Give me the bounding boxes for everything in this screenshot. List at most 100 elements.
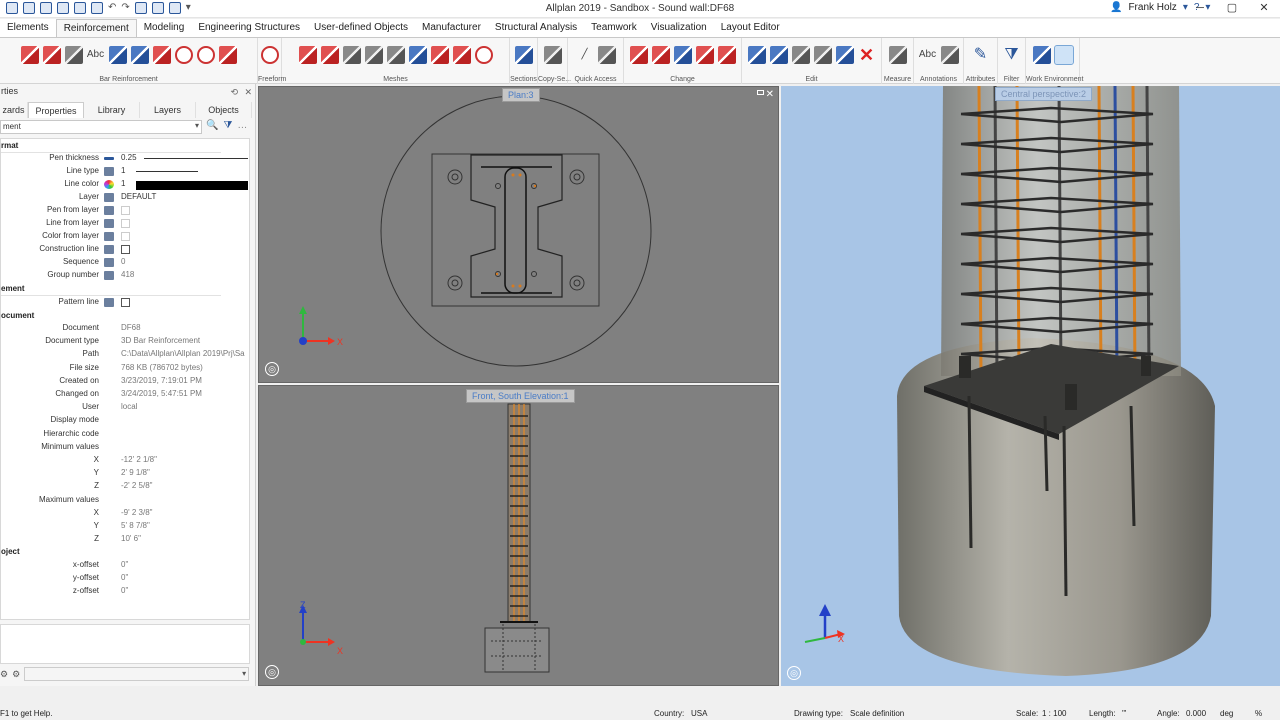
viewport-label[interactable]: Plan:3 xyxy=(502,88,540,102)
mesh-area-icon[interactable] xyxy=(320,46,339,64)
prop-row[interactable]: Group number 418 xyxy=(1,270,249,282)
viewport-front-elevation[interactable]: Z X Front, South Elevation:1 ◎ xyxy=(258,385,779,686)
bar-line-icon[interactable] xyxy=(64,46,83,64)
workspace-icon[interactable] xyxy=(1032,46,1051,64)
favorites-select[interactable]: ▾ xyxy=(24,667,250,681)
more-icon[interactable]: … xyxy=(237,120,247,131)
user-name[interactable]: Frank Holz xyxy=(1128,2,1176,13)
mesh-schedule-icon[interactable] xyxy=(364,46,383,64)
ribbon-tab[interactable]: User-defined Objects xyxy=(307,19,415,37)
viewport-plan[interactable]: X Plan:3 ✕ ◎ xyxy=(258,86,779,383)
zoom-selection-icon[interactable]: ⚙ xyxy=(0,669,8,680)
prop-row[interactable]: X -12' 2 1/8" xyxy=(1,455,249,467)
stretch-icon[interactable] xyxy=(717,46,736,64)
search-icon[interactable]: 🔍 xyxy=(206,120,218,131)
bar-shape-icon[interactable] xyxy=(20,46,39,64)
prop-row[interactable]: Document DF68 xyxy=(1,323,249,335)
mesh-modify-icon[interactable] xyxy=(430,46,449,64)
prop-row[interactable]: Changed on 3/24/2019, 5:47:51 PM xyxy=(1,389,249,401)
copy-icon[interactable] xyxy=(747,46,766,64)
filter-icon[interactable]: ⧩ xyxy=(1003,46,1021,64)
prop-row[interactable]: File size 768 KB (786702 bytes) xyxy=(1,363,249,375)
prop-row[interactable]: Z -2' 2 5/8" xyxy=(1,481,249,493)
mirror-icon[interactable] xyxy=(813,46,832,64)
copy-section-icon[interactable] xyxy=(543,46,562,64)
bar-modify-icon[interactable] xyxy=(152,46,171,64)
scale-value[interactable]: 1 : 100 xyxy=(1042,709,1066,718)
ribbon-tab[interactable]: Engineering Structures xyxy=(191,19,307,37)
prop-row[interactable]: Line from layer xyxy=(1,218,249,230)
prop-row[interactable]: Document type 3D Bar Reinforcement xyxy=(1,336,249,348)
prop-row[interactable]: Line color 1 xyxy=(1,179,249,191)
close-icon[interactable]: ✕ xyxy=(244,87,252,98)
checkbox[interactable] xyxy=(121,298,130,307)
move-icon[interactable] xyxy=(769,46,788,64)
prop-row[interactable]: Minimum values xyxy=(1,442,249,454)
prop-row[interactable]: z-offset 0" xyxy=(1,586,249,598)
split-icon[interactable] xyxy=(651,46,670,64)
bar-place-icon[interactable] xyxy=(42,46,61,64)
freeform-icon[interactable] xyxy=(260,46,279,64)
bar-list-icon[interactable] xyxy=(130,46,149,64)
measure-icon[interactable] xyxy=(888,46,907,64)
viewport-label[interactable]: Front, South Elevation:1 xyxy=(466,389,575,403)
ribbon-tab[interactable]: Structural Analysis xyxy=(488,19,584,37)
section-object[interactable]: oject xyxy=(1,547,20,556)
country-value[interactable]: USA xyxy=(691,709,707,718)
mesh-list-icon[interactable] xyxy=(386,46,405,64)
prop-row[interactable]: Pattern line xyxy=(1,297,249,309)
mesh-settings-icon[interactable] xyxy=(474,46,493,64)
viewport-label[interactable]: Central perspective:2 xyxy=(995,87,1093,101)
checkbox[interactable] xyxy=(121,232,130,241)
attributes-icon[interactable]: ✎ xyxy=(972,46,990,64)
prop-row[interactable]: User local xyxy=(1,402,249,414)
mesh-line-icon[interactable] xyxy=(342,46,361,64)
text-abc-icon[interactable]: Abc xyxy=(919,46,937,64)
ribbon-tab[interactable]: Modeling xyxy=(137,19,192,37)
prop-value[interactable]: 0.25 xyxy=(121,153,137,162)
bar-settings-icon[interactable] xyxy=(218,46,237,64)
line-icon[interactable]: ╱ xyxy=(576,46,594,64)
prop-value[interactable]: 0 xyxy=(121,257,125,266)
prop-row[interactable]: Color from layer xyxy=(1,231,249,243)
modify-icon[interactable] xyxy=(673,46,692,64)
prop-row[interactable]: Hierarchic code xyxy=(1,429,249,441)
prop-row[interactable]: Sequence 0 xyxy=(1,257,249,269)
close-button[interactable]: ✕ xyxy=(1248,0,1280,17)
navigation-icon[interactable]: ◎ xyxy=(787,666,801,680)
element-type-select[interactable]: ment ▾ xyxy=(0,120,202,134)
minimize-button[interactable]: ─ xyxy=(1184,0,1216,17)
prop-row[interactable]: Y 5' 8 7/8" xyxy=(1,521,249,533)
prop-row[interactable]: Layer DEFAULT xyxy=(1,192,249,204)
prop-row[interactable]: x-offset 0" xyxy=(1,560,249,572)
ribbon-tab[interactable]: Elements xyxy=(0,19,56,37)
scale-icon[interactable] xyxy=(835,46,854,64)
section-document[interactable]: ocument xyxy=(1,311,34,320)
schedule-icon[interactable] xyxy=(108,46,127,64)
filter-icon[interactable]: ⧩ xyxy=(223,120,232,131)
length-value[interactable]: '" xyxy=(1122,709,1126,718)
prop-row[interactable]: Y 2' 9 1/8" xyxy=(1,468,249,480)
viewport-perspective[interactable]: X Central perspective:2 ◎ xyxy=(781,86,1280,686)
prop-row[interactable]: Z 10' 6" xyxy=(1,534,249,546)
tab-library[interactable]: Library xyxy=(84,102,140,118)
prop-value[interactable]: DEFAULT xyxy=(121,192,156,201)
work-environment-icon[interactable] xyxy=(1053,45,1074,65)
prop-value[interactable]: 1 xyxy=(121,179,125,188)
tab-objects[interactable]: Objects xyxy=(196,102,252,118)
prop-row[interactable]: X -9' 2 3/8" xyxy=(1,508,249,520)
label-abc-icon[interactable]: Abc xyxy=(87,46,105,64)
wave-icon[interactable] xyxy=(695,46,714,64)
navigation-icon[interactable]: ◎ xyxy=(265,362,279,376)
percent-indicator[interactable]: % xyxy=(1255,709,1262,718)
prop-row[interactable]: Line type 1 xyxy=(1,166,249,178)
bar-circle-icon[interactable] xyxy=(196,46,215,64)
close-icon[interactable]: ✕ xyxy=(766,89,774,100)
ribbon-tab[interactable]: Manufacturer xyxy=(415,19,488,37)
prop-row[interactable]: Path C:\Data\Allplan\Allplan 2019\Prj\Sa xyxy=(1,349,249,361)
angle-value[interactable]: 0.000 xyxy=(1186,709,1206,718)
mesh-place-icon[interactable] xyxy=(298,46,317,64)
settings-icon[interactable]: ⚙ xyxy=(12,669,20,680)
drawing-type-value[interactable]: Scale definition xyxy=(850,709,904,718)
prop-row[interactable]: Maximum values xyxy=(1,495,249,507)
